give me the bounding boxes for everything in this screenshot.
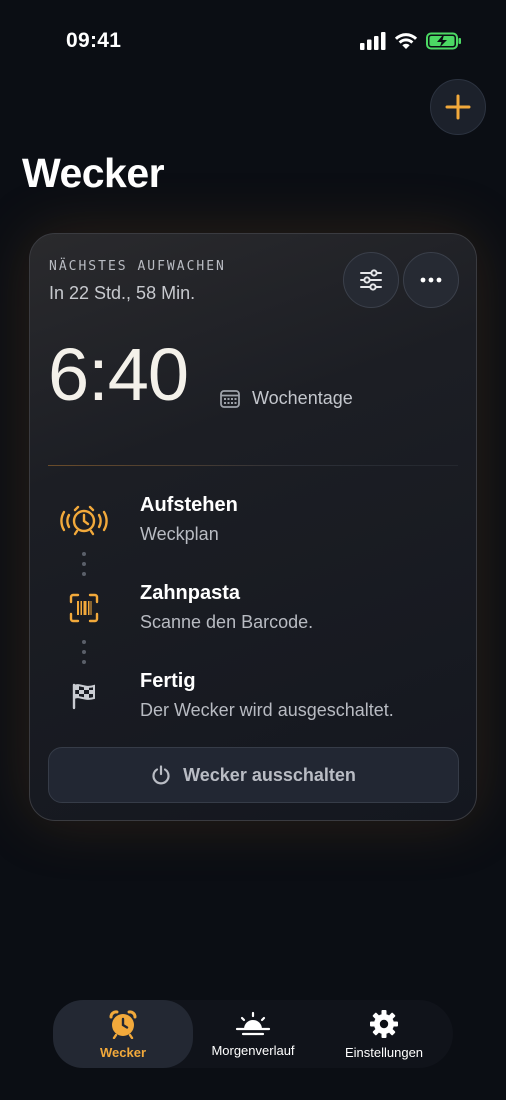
checkered-flag-icon	[58, 676, 110, 716]
tab-morgenverlauf[interactable]: Morgenverlauf	[193, 1000, 313, 1068]
step-title: Aufstehen	[140, 494, 238, 516]
status-bar: 09:41	[0, 0, 506, 84]
step-title: Fertig	[140, 670, 196, 692]
alarm-card[interactable]: NÄCHSTES AUFWACHEN In 22 Std., 58 Min. 6…	[29, 233, 477, 821]
tab-wecker[interactable]: Wecker	[53, 1000, 193, 1068]
status-time: 09:41	[66, 29, 122, 52]
signal-icon	[360, 32, 386, 50]
add-alarm-button[interactable]	[430, 79, 486, 135]
wifi-icon	[394, 33, 418, 49]
barcode-scan-icon	[58, 588, 110, 628]
step-item[interactable]: Aufstehen Weckplan	[30, 492, 478, 562]
turn-off-label: Wecker ausschalten	[183, 764, 356, 785]
repeat-label: Wochentage	[252, 388, 353, 408]
battery-charging-icon	[426, 32, 461, 50]
step-subtitle: Der Wecker wird ausgeschaltet.	[140, 700, 394, 720]
plus-icon	[445, 94, 471, 120]
ellipsis-icon	[420, 277, 442, 283]
step-item[interactable]: Fertig Der Wecker wird ausgeschaltet.	[30, 668, 478, 738]
repeat-schedule[interactable]: Wochentage	[220, 388, 353, 409]
page-title: Wecker	[22, 150, 165, 196]
tab-bar-items: Wecker Morgenverlauf Einstellungen	[53, 1000, 453, 1068]
step-connector	[82, 552, 86, 582]
calendar-icon	[220, 389, 240, 408]
alarm-settings-button[interactable]	[343, 252, 399, 308]
tab-label: Morgenverlauf	[211, 1042, 295, 1058]
tab-label: Einstellungen	[344, 1044, 424, 1060]
gear-icon	[370, 1009, 398, 1038]
tab-einstellungen[interactable]: Einstellungen	[319, 1000, 449, 1068]
more-options-button[interactable]	[403, 252, 459, 308]
divider	[48, 465, 458, 466]
alarm-time[interactable]: 6:40	[48, 332, 189, 417]
step-connector	[82, 640, 86, 670]
step-subtitle: Scanne den Barcode.	[140, 612, 314, 632]
power-icon	[152, 765, 170, 785]
sliders-icon	[360, 269, 382, 291]
step-subtitle: Weckplan	[140, 524, 219, 544]
tab-label: Wecker	[99, 1044, 146, 1060]
step-item[interactable]: Zahnpasta Scanne den Barcode.	[30, 580, 478, 650]
next-wake-label: NÄCHSTES AUFWACHEN	[49, 259, 226, 274]
status-icons	[360, 32, 462, 50]
sunrise-icon	[235, 1011, 271, 1035]
alarm-clock-icon	[109, 1009, 137, 1039]
alarm-ringing-icon	[58, 500, 110, 540]
turn-off-alarm-button[interactable]: Wecker ausschalten	[48, 747, 459, 803]
step-title: Zahnpasta	[140, 582, 241, 604]
next-wake-countdown: In 22 Std., 58 Min.	[49, 283, 196, 303]
